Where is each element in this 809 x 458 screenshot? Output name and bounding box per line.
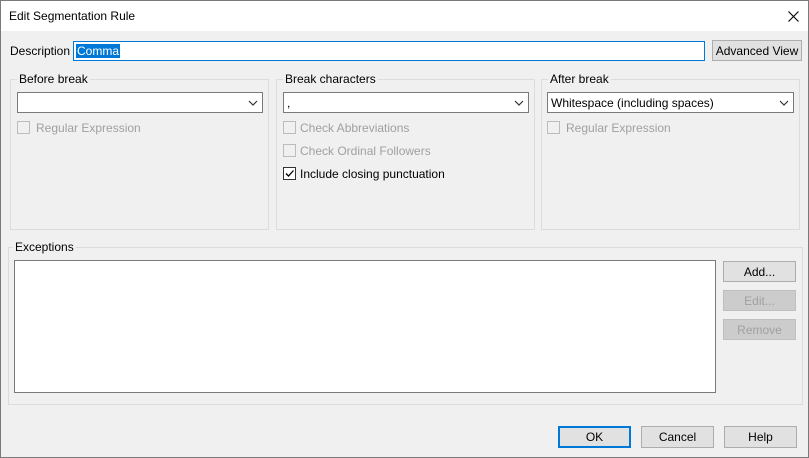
chevron-down-icon <box>514 100 524 106</box>
check-ordinal-followers-checkbox[interactable] <box>283 144 296 157</box>
edit-exception-button[interactable]: Edit... <box>723 290 796 311</box>
close-button[interactable] <box>778 1 808 31</box>
exceptions-title: Exceptions <box>13 240 76 254</box>
chevron-down-icon <box>248 100 258 106</box>
description-input[interactable]: Comma <box>73 41 705 61</box>
after-break-regex-label: Regular Expression <box>566 121 671 135</box>
break-characters-value: , <box>287 96 291 110</box>
checkmark-icon <box>285 170 294 177</box>
break-characters-combo[interactable]: , <box>283 92 529 113</box>
before-break-combo[interactable] <box>17 92 263 113</box>
chevron-down-icon <box>779 100 789 106</box>
before-break-regex-checkbox[interactable] <box>17 121 30 134</box>
cancel-button[interactable]: Cancel <box>641 426 714 448</box>
check-ordinal-followers-label: Check Ordinal Followers <box>300 144 431 158</box>
exceptions-list[interactable] <box>14 260 716 393</box>
check-abbreviations-label: Check Abbreviations <box>300 121 410 135</box>
break-characters-title: Break characters <box>283 72 378 86</box>
include-closing-punctuation-checkbox[interactable] <box>283 167 296 180</box>
advanced-view-button[interactable]: Advanced View <box>712 40 802 61</box>
ok-button[interactable]: OK <box>558 426 631 448</box>
check-abbreviations-checkbox[interactable] <box>283 121 296 134</box>
description-value: Comma <box>76 44 121 58</box>
remove-exception-button[interactable]: Remove <box>723 319 796 340</box>
close-icon <box>787 10 799 22</box>
after-break-regex-checkbox[interactable] <box>547 121 560 134</box>
description-label: Description <box>10 44 71 58</box>
include-closing-punctuation-label: Include closing punctuation <box>300 167 445 181</box>
before-break-regex-label: Regular Expression <box>36 121 141 135</box>
add-exception-button[interactable]: Add... <box>723 261 796 282</box>
after-break-value: Whitespace (including spaces) <box>551 96 714 110</box>
before-break-title: Before break <box>17 72 90 86</box>
after-break-combo[interactable]: Whitespace (including spaces) <box>547 92 794 113</box>
window-title: Edit Segmentation Rule <box>9 9 136 23</box>
edit-segmentation-rule-dialog: Edit Segmentation Rule Description Comma… <box>0 0 809 458</box>
help-button[interactable]: Help <box>724 426 797 448</box>
title-bar[interactable]: Edit Segmentation Rule <box>1 1 808 31</box>
after-break-title: After break <box>548 72 611 86</box>
